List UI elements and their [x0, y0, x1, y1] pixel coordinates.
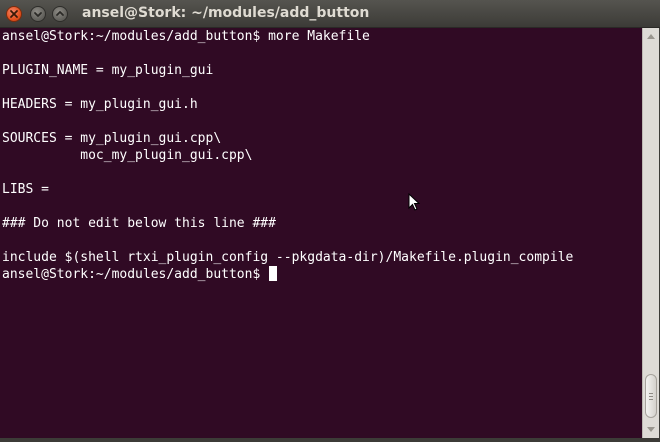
terminal-line: HEADERS = my_plugin_gui.h [2, 97, 198, 112]
scrollbar-thumb[interactable] [645, 374, 657, 418]
minimize-button[interactable] [30, 6, 46, 22]
text-cursor [269, 266, 278, 281]
close-button[interactable] [6, 6, 22, 22]
minimize-icon [34, 12, 42, 17]
grip-line [649, 393, 653, 394]
terminal-lines: ansel@Stork:~/modules/add_button$ more M… [2, 28, 573, 283]
terminal-line: SOURCES = my_plugin_gui.cpp\ [2, 131, 222, 146]
scroll-down-button[interactable] [643, 422, 659, 438]
window-title: ansel@Stork: ~/modules/add_button [82, 5, 370, 21]
arrow-down-icon [647, 427, 655, 432]
prompt-line: ansel@Stork:~/modules/add_button$ [2, 266, 573, 283]
mouse-pointer-icon [408, 193, 420, 211]
terminal-line: LIBS = [2, 182, 49, 197]
close-icon [10, 10, 18, 18]
terminal-line: ansel@Stork:~/modules/add_button$ more M… [2, 29, 370, 44]
terminal-line: ### Do not edit below this line ### [2, 216, 276, 231]
shell-prompt: ansel@Stork:~/modules/add_button$ [2, 267, 269, 282]
scroll-up-button[interactable] [643, 28, 659, 44]
arrow-up-icon [647, 34, 655, 39]
grip-line [649, 396, 653, 397]
window-bottom-border [0, 438, 660, 442]
terminal-line: PLUGIN_NAME = my_plugin_gui [2, 63, 214, 78]
title-bar[interactable]: ansel@Stork: ~/modules/add_button [0, 0, 660, 28]
terminal-window: ansel@Stork: ~/modules/add_button ansel@… [0, 0, 660, 442]
terminal-line: include $(shell rtxi_plugin_config --pkg… [2, 250, 574, 265]
vertical-scrollbar[interactable] [642, 28, 659, 438]
grip-line [649, 399, 653, 400]
terminal-line: moc_my_plugin_gui.cpp\ [2, 148, 253, 163]
maximize-button[interactable] [52, 6, 68, 22]
terminal-output[interactable]: ansel@Stork:~/modules/add_button$ more M… [0, 28, 642, 438]
maximize-icon [56, 11, 64, 16]
